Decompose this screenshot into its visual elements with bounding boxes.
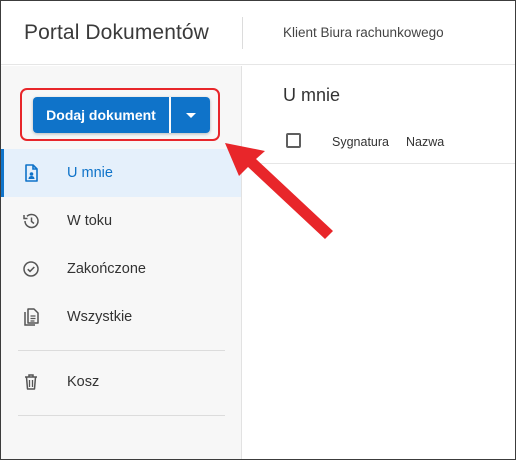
top-header: Portal Dokumentów Klient Biura rachunkow… (1, 1, 515, 65)
sidebar-item-label: U mnie (67, 165, 113, 181)
documents-icon (24, 308, 39, 326)
app-title: Portal Dokumentów (24, 21, 209, 44)
add-document-button[interactable]: Dodaj dokument (33, 97, 169, 133)
page-title: U mnie (283, 85, 341, 105)
add-document-dropdown-button[interactable] (171, 97, 210, 133)
sidebar-divider (18, 415, 225, 416)
trash-icon (25, 374, 37, 390)
sidebar-item-kosz[interactable]: Kosz (1, 358, 241, 406)
add-document-split-button: Dodaj dokument (33, 97, 210, 133)
document-person-icon (25, 164, 38, 182)
split-divider (169, 97, 171, 133)
sidebar-item-zakonczone[interactable]: Zakończone (1, 245, 241, 293)
sidebar-item-label: Kosz (67, 374, 100, 390)
clock-history-icon (23, 213, 39, 229)
client-label: Klient Biura rachunkowego (283, 25, 444, 40)
sidebar-item-w-toku[interactable]: W toku (1, 197, 241, 245)
sidebar-item-label: Wszystkie (67, 309, 133, 325)
header-divider (242, 17, 243, 49)
sidebar-item-u-mnie[interactable]: U mnie (1, 149, 241, 197)
check-circle-icon (23, 261, 39, 277)
sidebar-divider (18, 350, 225, 351)
sidebar-item-wszystkie[interactable]: Wszystkie (1, 293, 241, 341)
sidebar-item-label: W toku (67, 213, 113, 229)
caret-down-icon (185, 112, 196, 118)
annotation-arrow-icon (225, 143, 333, 239)
app-window: Portal Dokumentów Klient Biura rachunkow… (0, 0, 516, 460)
sidebar-item-label: Zakończone (67, 261, 146, 277)
column-header-nazwa[interactable]: Nazwa (406, 135, 444, 149)
